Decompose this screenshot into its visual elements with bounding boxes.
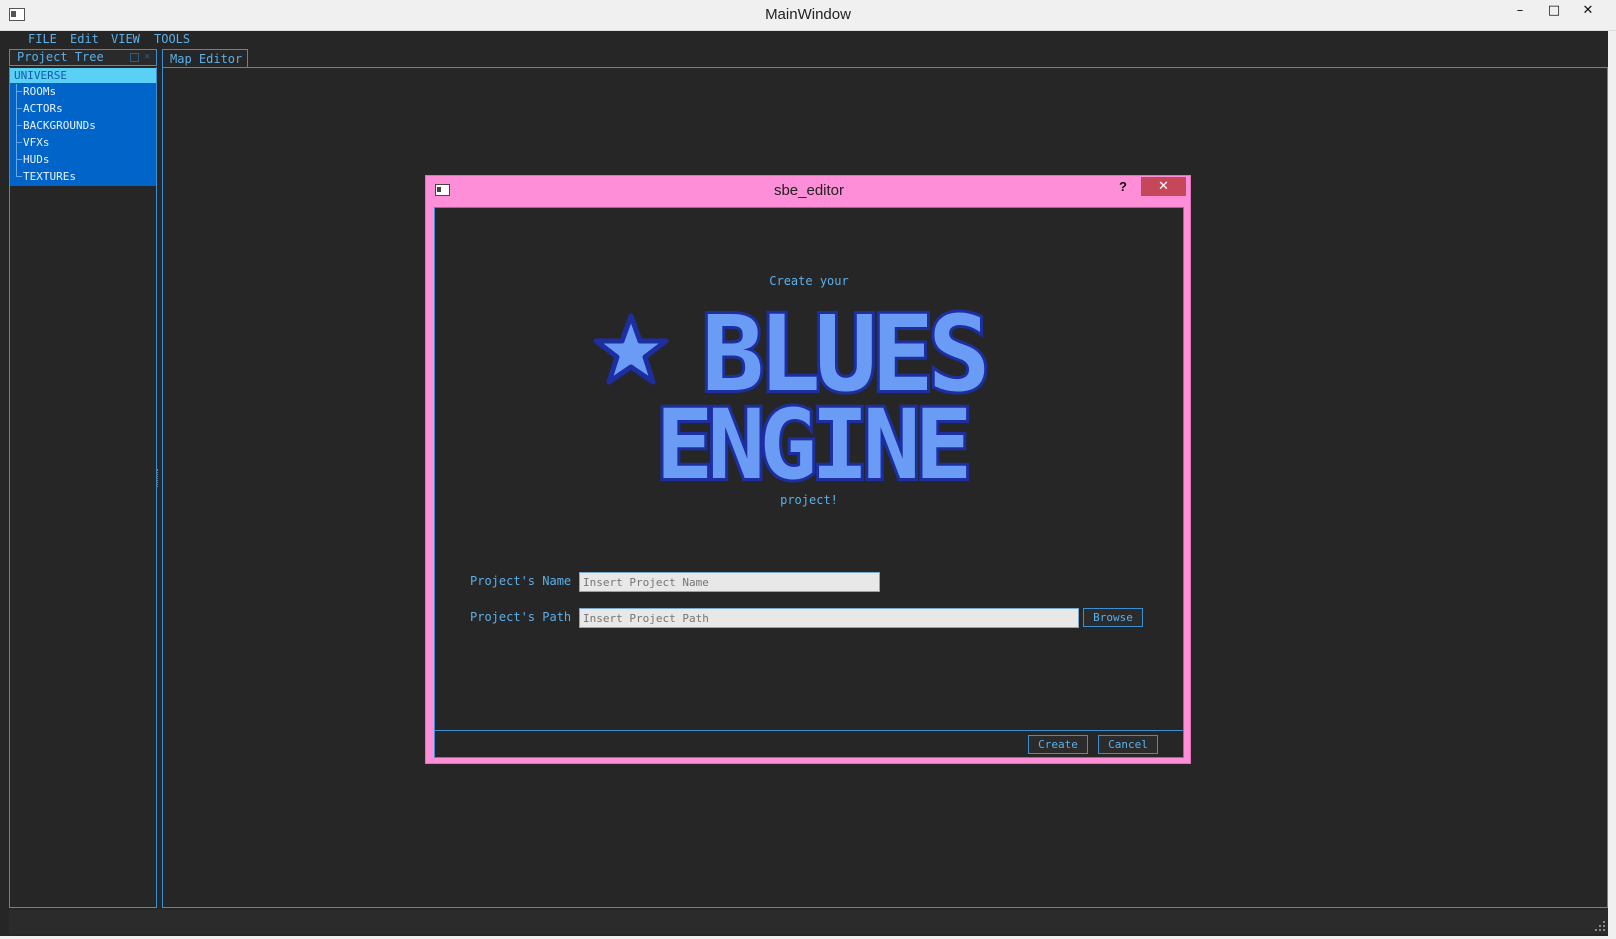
tree-branch-tick xyxy=(16,125,22,126)
status-bar xyxy=(9,910,1608,934)
dialog-title: sbe_editor xyxy=(773,182,845,199)
dialog-help-button[interactable]: ? xyxy=(1119,179,1127,194)
dock-float-icon[interactable] xyxy=(130,53,139,62)
dock-splitter-handle[interactable] xyxy=(157,469,160,487)
minimize-button[interactable]: – xyxy=(1502,0,1538,24)
window-border xyxy=(1608,31,1616,936)
menu-tools[interactable]: TOOLS xyxy=(154,32,190,46)
dialog-close-button[interactable]: ✕ xyxy=(1141,177,1186,196)
cancel-button[interactable]: Cancel xyxy=(1098,735,1158,754)
tree-item-backgrounds[interactable]: BACKGROUNDs xyxy=(23,118,96,133)
outro-text: project! xyxy=(780,493,838,507)
star-icon xyxy=(593,313,669,385)
tree-item-vfxs[interactable]: VFXs xyxy=(23,135,50,150)
title-bar: MainWindow – □ ✕ xyxy=(0,0,1616,31)
maximize-button[interactable]: □ xyxy=(1536,0,1572,24)
menu-bar: FILE Edit VIEW TOOLS xyxy=(0,31,1616,48)
tree-branch-tick xyxy=(16,159,22,160)
project-name-label: Project's Name xyxy=(470,574,572,588)
tree-branch-tick xyxy=(16,176,22,177)
tree-item-rooms[interactable]: ROOMs xyxy=(23,84,56,99)
project-path-label: Project's Path xyxy=(470,610,572,624)
intro-text: Create your xyxy=(769,274,849,288)
tree-branch-tick xyxy=(16,91,22,92)
menu-edit[interactable]: Edit xyxy=(70,32,99,46)
tree-item-huds[interactable]: HUDs xyxy=(23,152,50,167)
window-title: MainWindow xyxy=(765,6,851,23)
close-button[interactable]: ✕ xyxy=(1570,0,1606,24)
dock-close-icon[interactable]: ✕ xyxy=(144,51,150,62)
project-tree-panel xyxy=(9,67,157,908)
project-tree-dock-header[interactable]: Project Tree ✕ xyxy=(9,49,157,66)
tree-branch-tick xyxy=(16,108,22,109)
menu-file[interactable]: FILE xyxy=(28,32,57,46)
tab-map-editor[interactable]: Map Editor xyxy=(162,49,248,68)
logo-line-2: ENGINE xyxy=(656,389,967,490)
project-name-input[interactable] xyxy=(579,572,880,592)
tree-item-universe[interactable]: UNIVERSE xyxy=(10,68,156,83)
menu-view[interactable]: VIEW xyxy=(111,32,140,46)
tree-branch-line xyxy=(16,84,17,177)
dialog-footer-divider xyxy=(435,730,1183,731)
browse-button[interactable]: Browse xyxy=(1083,608,1143,627)
project-tree-title: Project Tree xyxy=(17,50,104,64)
tree-item-textures[interactable]: TEXTUREs xyxy=(23,169,76,184)
dialog-content: Create your BLUES ENGINE project! Projec… xyxy=(434,207,1184,758)
create-button[interactable]: Create xyxy=(1028,735,1088,754)
blues-engine-logo: BLUES ENGINE xyxy=(593,300,994,490)
project-path-input[interactable] xyxy=(579,608,1079,628)
tree-branch-tick xyxy=(16,142,22,143)
new-project-dialog: sbe_editor ? ✕ Create your BLUES ENGINE … xyxy=(425,175,1191,764)
tree-item-actors[interactable]: ACTORs xyxy=(23,101,63,116)
size-grip-icon[interactable] xyxy=(1594,920,1606,932)
